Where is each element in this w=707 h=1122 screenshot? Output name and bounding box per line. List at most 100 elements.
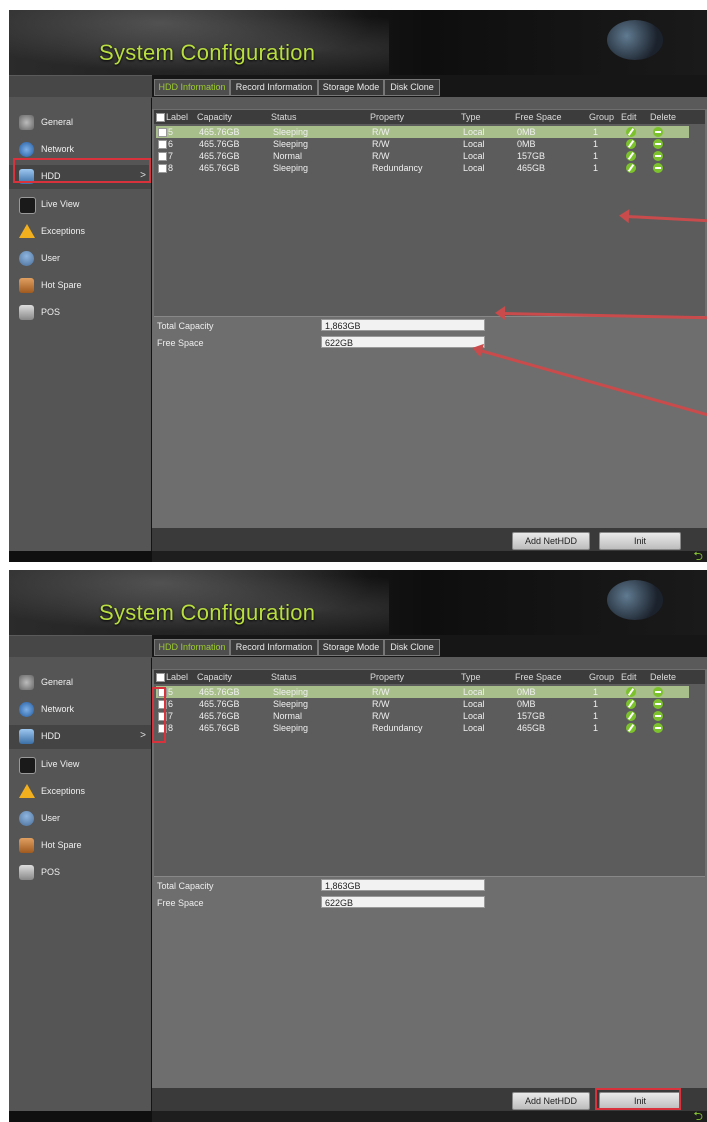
tab-disk-clone[interactable]: Disk Clone <box>384 639 440 656</box>
user-icon <box>19 251 34 266</box>
pos-icon <box>19 305 34 320</box>
hot-spare-icon <box>19 278 34 293</box>
content-top-strip <box>152 657 707 669</box>
table-row[interactable]: 6 465.76GB Sleeping R/W Local 0MB 1 <box>156 698 689 710</box>
init-button[interactable]: Init <box>599 532 681 550</box>
delete-icon[interactable] <box>653 711 663 721</box>
row-checkbox[interactable] <box>158 152 167 161</box>
tab-disk-clone[interactable]: Disk Clone <box>384 79 440 96</box>
tab-storage-mode[interactable]: Storage Mode <box>318 639 384 656</box>
action-bar: Add NetHDD Init <box>152 528 707 551</box>
cell-group: 1 <box>593 687 599 697</box>
sidebar-item-general[interactable]: General <box>9 111 151 135</box>
tab-hdd-information[interactable]: HDD Information <box>154 639 230 656</box>
sidebar-item-network[interactable]: Network <box>9 698 151 722</box>
edit-icon[interactable] <box>626 163 636 173</box>
screen-panel-2: System Configuration HDD Information Rec… <box>9 570 707 1122</box>
select-all-checkbox[interactable] <box>156 113 165 122</box>
cell-capacity: 465.76GB <box>199 139 240 149</box>
sidebar-item-label: General <box>41 117 74 127</box>
sidebar-header-strip <box>9 635 152 658</box>
sidebar: General Network HDD > Live View Exceptio… <box>9 657 151 1111</box>
table-row[interactable]: 7 465.76GB Normal R/W Local 157GB 1 <box>156 710 689 722</box>
cell-status: Sleeping <box>273 163 309 173</box>
delete-icon[interactable] <box>653 127 663 137</box>
cell-label: 5 <box>168 687 174 697</box>
select-all-checkbox[interactable] <box>156 673 165 682</box>
cell-group: 1 <box>593 699 599 709</box>
back-arrow-icon[interactable]: ⮌ <box>693 550 703 562</box>
back-arrow-icon[interactable]: ⮌ <box>693 1110 703 1122</box>
sidebar-item-live-view[interactable]: Live View <box>9 193 151 217</box>
table-row[interactable]: 5 465.76GB Sleeping R/W Local 0MB 1 <box>156 126 689 138</box>
cell-label: 6 <box>168 699 174 709</box>
cell-status: Sleeping <box>273 723 309 733</box>
column-header-type: Type <box>461 112 481 122</box>
cell-type: Local <box>463 151 485 161</box>
delete-icon[interactable] <box>653 699 663 709</box>
sidebar-item-general[interactable]: General <box>9 671 151 695</box>
content-top-strip <box>152 97 707 109</box>
table-row[interactable]: 5 465.76GB Sleeping R/W Local 0MB 1 <box>156 686 689 698</box>
table-row[interactable]: 8 465.76GB Sleeping Redundancy Local 465… <box>156 162 689 174</box>
cell-label: 6 <box>168 139 174 149</box>
column-header-type: Type <box>461 672 481 682</box>
tab-record-information[interactable]: Record Information <box>230 639 318 656</box>
edit-icon[interactable] <box>626 127 636 137</box>
chevron-right-icon: > <box>140 730 146 741</box>
tab-hdd-information[interactable]: HDD Information <box>154 79 230 96</box>
sidebar-item-pos[interactable]: POS <box>9 861 151 885</box>
sidebar-item-hot-spare[interactable]: Hot Spare <box>9 274 151 298</box>
cell-group: 1 <box>593 711 599 721</box>
column-header-delete: Delete <box>650 672 677 682</box>
table-row[interactable]: 6 465.76GB Sleeping R/W Local 0MB 1 <box>156 138 689 150</box>
sidebar-item-user[interactable]: User <box>9 247 151 271</box>
cell-group: 1 <box>593 151 599 161</box>
cell-property: R/W <box>372 711 390 721</box>
row-checkbox[interactable] <box>158 140 167 149</box>
sidebar-item-exceptions[interactable]: Exceptions <box>9 780 151 804</box>
tab-record-information[interactable]: Record Information <box>230 79 318 96</box>
delete-icon[interactable] <box>653 151 663 161</box>
sidebar-item-label: Live View <box>41 199 80 209</box>
add-nethdd-button[interactable]: Add NetHDD <box>512 532 590 550</box>
edit-icon[interactable] <box>626 699 636 709</box>
edit-icon[interactable] <box>626 139 636 149</box>
delete-icon[interactable] <box>653 687 663 697</box>
edit-icon[interactable] <box>626 687 636 697</box>
hdd-icon <box>19 729 34 744</box>
row-checkbox[interactable] <box>158 128 167 137</box>
edit-icon[interactable] <box>626 723 636 733</box>
cell-property: Redundancy <box>372 723 423 733</box>
delete-icon[interactable] <box>653 163 663 173</box>
sidebar-item-pos[interactable]: POS <box>9 301 151 325</box>
cell-capacity: 465.76GB <box>199 151 240 161</box>
network-globe-icon <box>19 702 34 717</box>
row-checkbox[interactable] <box>158 164 167 173</box>
sidebar-item-hdd[interactable]: HDD > <box>9 725 151 749</box>
sidebar-item-live-view[interactable]: Live View <box>9 753 151 777</box>
cell-status: Sleeping <box>273 139 309 149</box>
cell-type: Local <box>463 163 485 173</box>
cell-free-space: 157GB <box>517 711 546 721</box>
sidebar-item-hot-spare[interactable]: Hot Spare <box>9 834 151 858</box>
column-header-property: Property <box>370 112 405 122</box>
total-capacity-label: Total Capacity <box>157 881 214 891</box>
general-settings-icon <box>19 675 34 690</box>
cell-property: R/W <box>372 699 390 709</box>
header: System Configuration <box>9 10 707 75</box>
tab-storage-mode[interactable]: Storage Mode <box>318 79 384 96</box>
sidebar-item-exceptions[interactable]: Exceptions <box>9 220 151 244</box>
delete-icon[interactable] <box>653 139 663 149</box>
table-row[interactable]: 7 465.76GB Normal R/W Local 157GB 1 <box>156 150 689 162</box>
edit-icon[interactable] <box>626 711 636 721</box>
pos-icon <box>19 865 34 880</box>
delete-icon[interactable] <box>653 723 663 733</box>
header-logo-orb <box>607 20 663 60</box>
tab-bar: HDD Information Record Information Stora… <box>152 75 707 97</box>
edit-icon[interactable] <box>626 151 636 161</box>
add-nethdd-button[interactable]: Add NetHDD <box>512 1092 590 1110</box>
column-header-delete: Delete <box>650 112 677 122</box>
sidebar-item-user[interactable]: User <box>9 807 151 831</box>
table-row[interactable]: 8 465.76GB Sleeping Redundancy Local 465… <box>156 722 689 734</box>
